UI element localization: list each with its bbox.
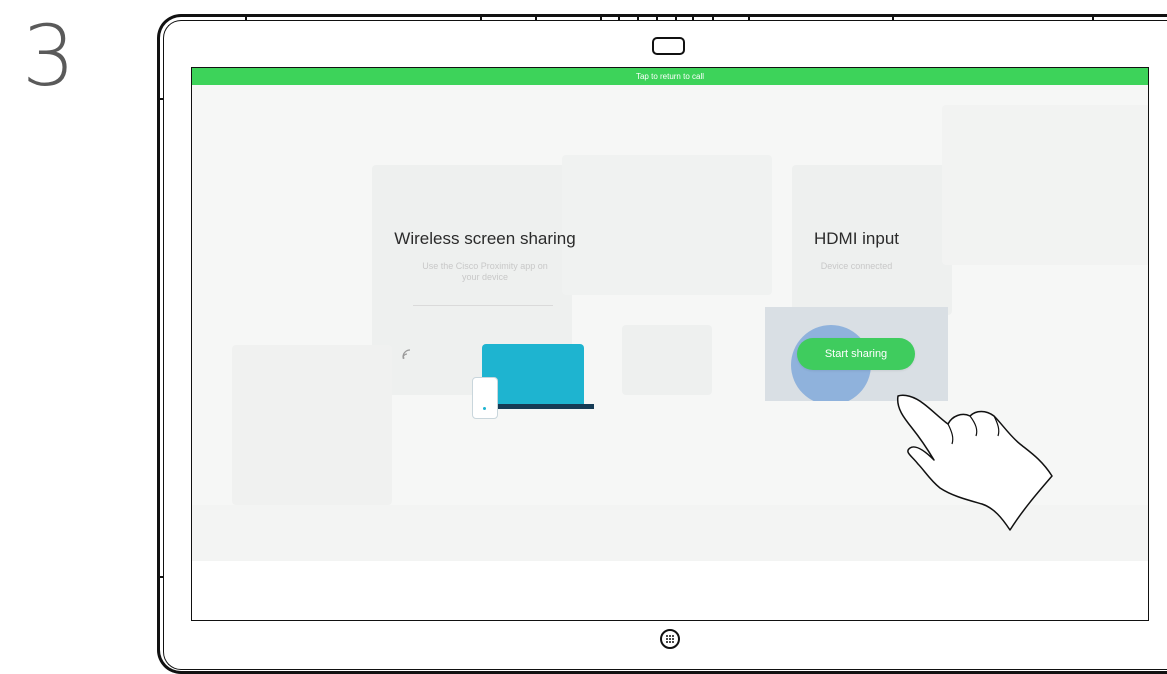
wireless-subtitle-line: your device [461, 272, 509, 282]
frame-tick [748, 14, 750, 21]
divider [413, 305, 553, 306]
frame-tick [656, 14, 658, 21]
phone-home-dot [483, 407, 486, 410]
frame-tick [157, 576, 164, 578]
wireless-subtitle-line: Use the Cisco Proximity app on [422, 261, 548, 271]
frame-tick [692, 14, 694, 21]
camera-icon [652, 37, 685, 55]
frame-tick [637, 14, 639, 21]
start-sharing-button[interactable]: Start sharing [797, 338, 915, 370]
wireless-sharing-title: Wireless screen sharing [394, 229, 576, 248]
frame-tick [712, 14, 714, 21]
background-shape [942, 105, 1148, 265]
bottom-strip [192, 561, 1148, 620]
wireless-sharing-subtitle: Use the Cisco Proximity app on your devi… [370, 261, 600, 283]
tapping-hand-icon [896, 394, 1053, 531]
frame-tick [600, 14, 602, 21]
frame-tick [245, 14, 247, 21]
frame-tick [675, 14, 677, 21]
frame-tick [618, 14, 620, 21]
frame-tick [480, 14, 482, 21]
frame-tick [1092, 14, 1094, 21]
frame-tick [892, 14, 894, 21]
phone-icon [472, 377, 498, 419]
hdmi-status: Device connected [820, 261, 893, 271]
background-shape [622, 325, 712, 395]
frame-tick [157, 98, 164, 100]
step-number: 3 [22, 7, 76, 105]
wireless-signal-icon [400, 345, 416, 361]
background-shape [232, 345, 392, 505]
return-to-call-bar[interactable]: Tap to return to call [192, 68, 1148, 85]
home-button-icon[interactable] [660, 629, 680, 649]
hdmi-input-title: HDMI input [813, 229, 900, 248]
frame-tick [535, 14, 537, 21]
